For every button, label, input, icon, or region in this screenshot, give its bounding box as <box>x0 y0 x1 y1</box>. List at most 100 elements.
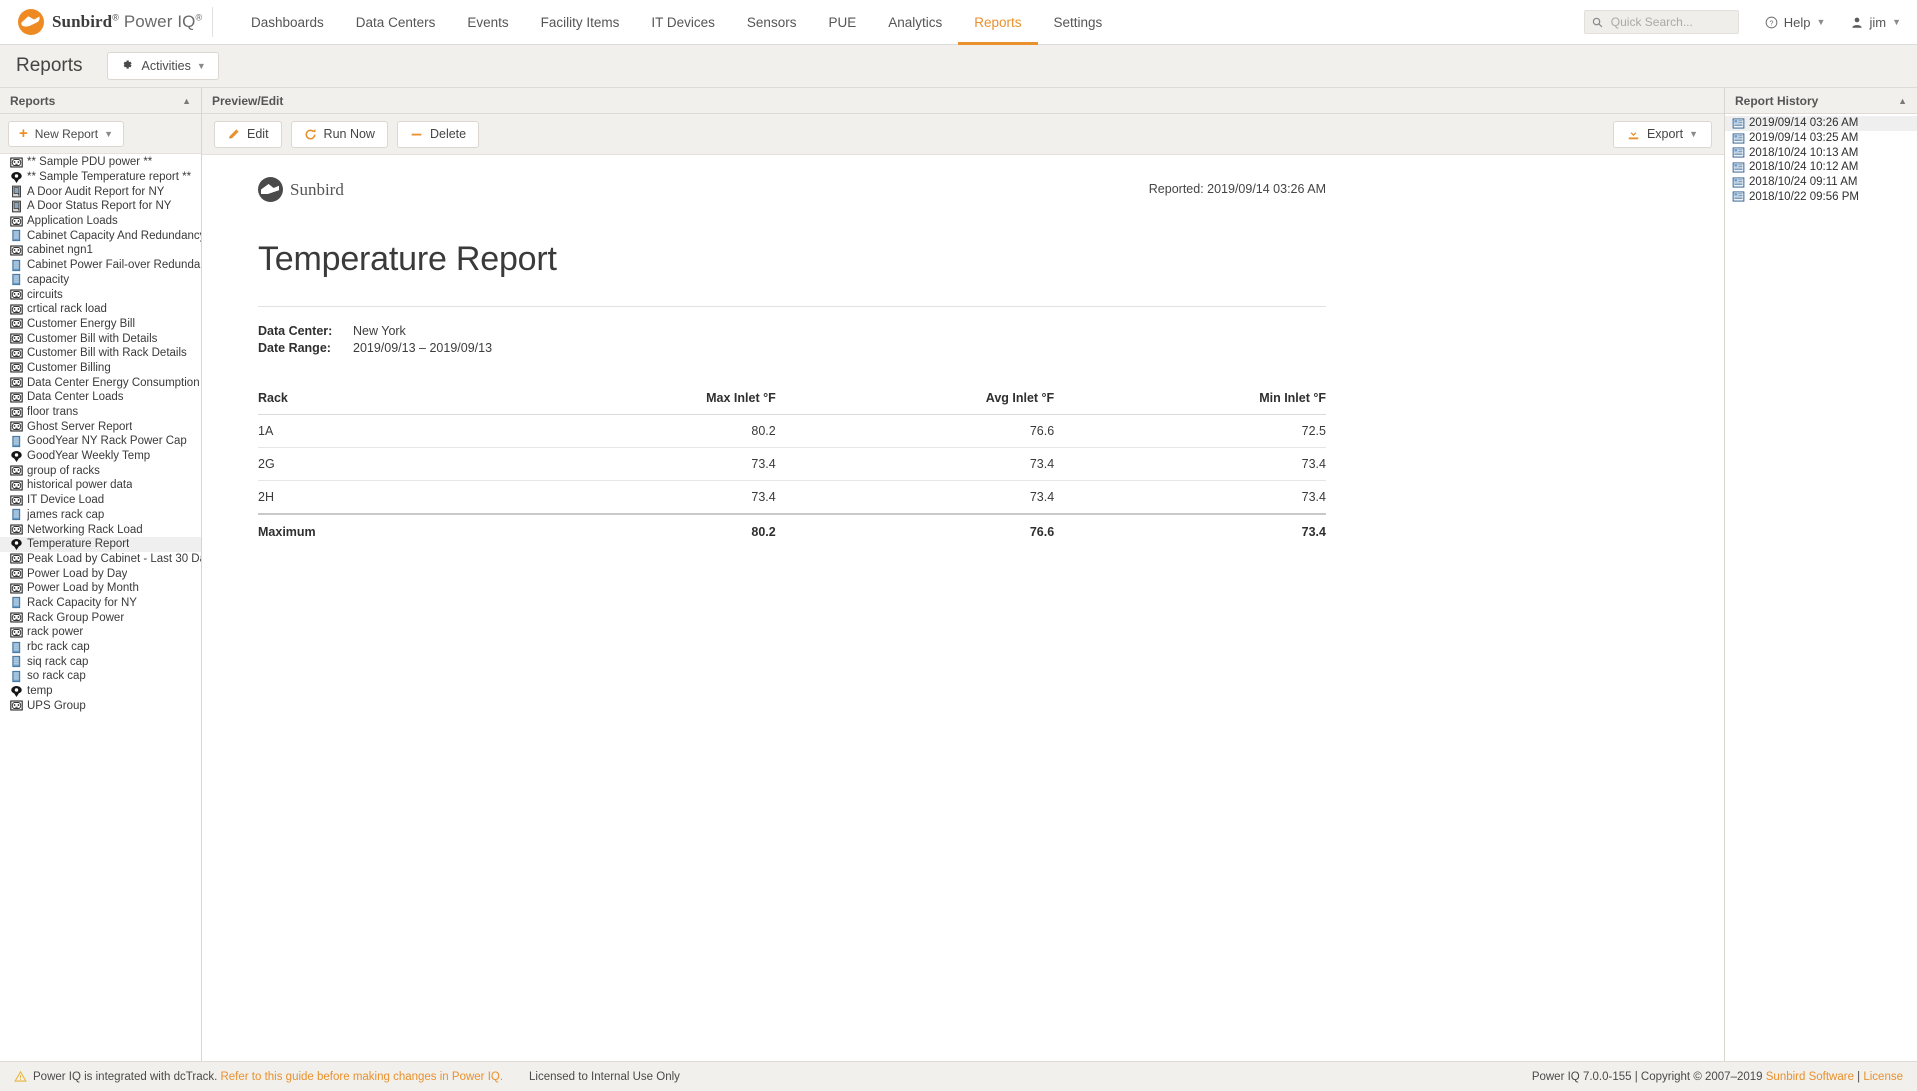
report-list-item[interactable]: GoodYear NY Rack Power Cap <box>0 434 201 449</box>
report-list-item-label: historical power data <box>27 479 132 491</box>
report-list-item[interactable]: A Door Status Report for NY <box>0 199 201 214</box>
nav-link-analytics[interactable]: Analytics <box>872 0 958 45</box>
report-history-item[interactable]: 2019/09/14 03:25 AM <box>1725 131 1917 146</box>
report-list-item[interactable]: Temperature Report <box>0 537 201 552</box>
report-history-item[interactable]: 2018/10/24 10:12 AM <box>1725 160 1917 175</box>
report-list-item[interactable]: Power Load by Day <box>0 566 201 581</box>
delete-button[interactable]: Delete <box>397 121 479 148</box>
report-list-item[interactable]: Data Center Loads <box>0 390 201 405</box>
dctrack-guide-link[interactable]: Refer to this guide before making change… <box>220 1071 503 1083</box>
report-list-item[interactable]: Customer Bill with Rack Details <box>0 346 201 361</box>
nav-link-it-devices[interactable]: IT Devices <box>635 0 731 45</box>
report-history-item[interactable]: 2018/10/24 09:11 AM <box>1725 175 1917 190</box>
report-list-item[interactable]: A Door Audit Report for NY <box>0 184 201 199</box>
report-list-item[interactable]: Application Loads <box>0 214 201 229</box>
table-body: 1A80.276.672.52G73.473.473.42H73.473.473… <box>258 415 1326 549</box>
nav-links: DashboardsData CentersEventsFacility Ite… <box>235 0 1118 45</box>
cabinet-icon <box>10 641 23 654</box>
report-list-item[interactable]: ** Sample Temperature report ** <box>0 170 201 185</box>
nav-link-sensors[interactable]: Sensors <box>731 0 813 45</box>
nav-link-pue[interactable]: PUE <box>812 0 872 45</box>
nav-link-events[interactable]: Events <box>451 0 524 45</box>
report-list-item[interactable]: circuits <box>0 287 201 302</box>
run-now-button[interactable]: Run Now <box>291 121 388 148</box>
table-total-cell: 73.4 <box>1054 514 1326 548</box>
report-list-item[interactable]: Power Load by Month <box>0 581 201 596</box>
report-list-item[interactable]: james rack cap <box>0 508 201 523</box>
table-column-header: Min Inlet °F <box>1054 385 1326 415</box>
cabinet-icon <box>10 435 23 448</box>
export-button[interactable]: Export ▼ <box>1613 121 1712 148</box>
nav-link-dashboards[interactable]: Dashboards <box>235 0 340 45</box>
cabinet-icon <box>10 655 23 668</box>
nav-link-settings[interactable]: Settings <box>1038 0 1119 45</box>
report-list-item[interactable]: Customer Billing <box>0 361 201 376</box>
sensor-icon <box>10 450 23 463</box>
sunbird-software-link[interactable]: Sunbird Software <box>1766 1071 1854 1083</box>
report-list-item[interactable]: temp <box>0 684 201 699</box>
report-list-item[interactable]: ** Sample PDU power ** <box>0 155 201 170</box>
report-list-item-label: Cabinet Power Fail-over Redundancy <box>27 259 201 271</box>
new-report-button[interactable]: + New Report ▼ <box>8 121 124 147</box>
outlet-icon <box>10 420 23 433</box>
report-list-item[interactable]: UPS Group <box>0 698 201 713</box>
report-list-item-label: temp <box>27 685 53 697</box>
report-list-item[interactable]: rbc rack cap <box>0 640 201 655</box>
license-link[interactable]: License <box>1863 1071 1903 1083</box>
cabinet-icon <box>10 508 23 521</box>
outlet-icon <box>10 361 23 374</box>
table-row: 2H73.473.473.4 <box>258 481 1326 515</box>
chevron-down-icon: ▼ <box>104 129 113 139</box>
table-cell: 73.4 <box>776 448 1054 481</box>
report-list-item[interactable]: siq rack cap <box>0 654 201 669</box>
user-label: jim <box>1869 15 1886 30</box>
report-history-item[interactable]: 2019/09/14 03:26 AM <box>1725 116 1917 131</box>
brand-title: Sunbird® Power IQ® <box>52 12 202 32</box>
outlet-icon <box>10 552 23 565</box>
collapse-panel-icon[interactable]: ▲ <box>182 96 191 106</box>
report-list-item[interactable]: rack power <box>0 625 201 640</box>
edit-button[interactable]: Edit <box>214 121 282 148</box>
report-list-item-label: Power Load by Month <box>27 582 139 594</box>
user-menu-button[interactable]: jim ▼ <box>1851 15 1901 30</box>
report-list-item[interactable]: Data Center Energy Consumption <box>0 375 201 390</box>
help-menu-button[interactable]: ? Help ▼ <box>1765 15 1826 30</box>
report-list-item[interactable]: Rack Group Power <box>0 610 201 625</box>
report-history-item[interactable]: 2018/10/22 09:56 PM <box>1725 189 1917 204</box>
report-list-item[interactable]: historical power data <box>0 478 201 493</box>
report-list-item[interactable]: group of racks <box>0 463 201 478</box>
report-list-item[interactable]: so rack cap <box>0 669 201 684</box>
report-list-item[interactable]: Peak Load by Cabinet - Last 30 Days <box>0 552 201 567</box>
report-list-item[interactable]: Customer Energy Bill <box>0 317 201 332</box>
chevron-down-icon: ▼ <box>1892 17 1901 27</box>
report-list-item-label: cabinet ngn1 <box>27 244 93 256</box>
report-list-item[interactable]: capacity <box>0 273 201 288</box>
report-list-item[interactable]: Cabinet Power Fail-over Redundancy <box>0 258 201 273</box>
report-list-item[interactable]: cabinet ngn1 <box>0 243 201 258</box>
brand-logo-area[interactable]: Sunbird® Power IQ® <box>0 9 212 35</box>
license-text: Licensed to Internal Use Only <box>529 1071 680 1083</box>
report-history-item[interactable]: 2018/10/24 10:13 AM <box>1725 145 1917 160</box>
collapse-panel-icon[interactable]: ▲ <box>1898 96 1907 106</box>
nav-link-reports[interactable]: Reports <box>958 0 1037 45</box>
report-list-item[interactable]: Customer Bill with Details <box>0 331 201 346</box>
report-list-item[interactable]: Ghost Server Report <box>0 419 201 434</box>
report-list-item[interactable]: floor trans <box>0 405 201 420</box>
download-icon <box>1627 128 1640 141</box>
report-list-item-label: james rack cap <box>27 509 104 521</box>
search-input[interactable] <box>1609 14 1729 30</box>
nav-link-facility-items[interactable]: Facility Items <box>525 0 636 45</box>
report-history-list: 2019/09/14 03:26 AM2019/09/14 03:25 AM20… <box>1725 114 1917 204</box>
run-now-label: Run Now <box>324 127 375 141</box>
report-list-item[interactable]: IT Device Load <box>0 493 201 508</box>
preview-panel-header: Preview/Edit <box>202 88 1724 114</box>
report-list-item[interactable]: Cabinet Capacity And Redundancy <box>0 228 201 243</box>
nav-link-data-centers[interactable]: Data Centers <box>340 0 452 45</box>
report-list-item[interactable]: GoodYear Weekly Temp <box>0 449 201 464</box>
history-document-icon <box>1732 146 1745 159</box>
activities-button[interactable]: Activities ▼ <box>107 52 219 80</box>
report-list-item[interactable]: Rack Capacity for NY <box>0 596 201 611</box>
report-list-item[interactable]: crtical rack load <box>0 302 201 317</box>
report-list-item[interactable]: Networking Rack Load <box>0 522 201 537</box>
quick-search-box[interactable] <box>1584 10 1739 34</box>
